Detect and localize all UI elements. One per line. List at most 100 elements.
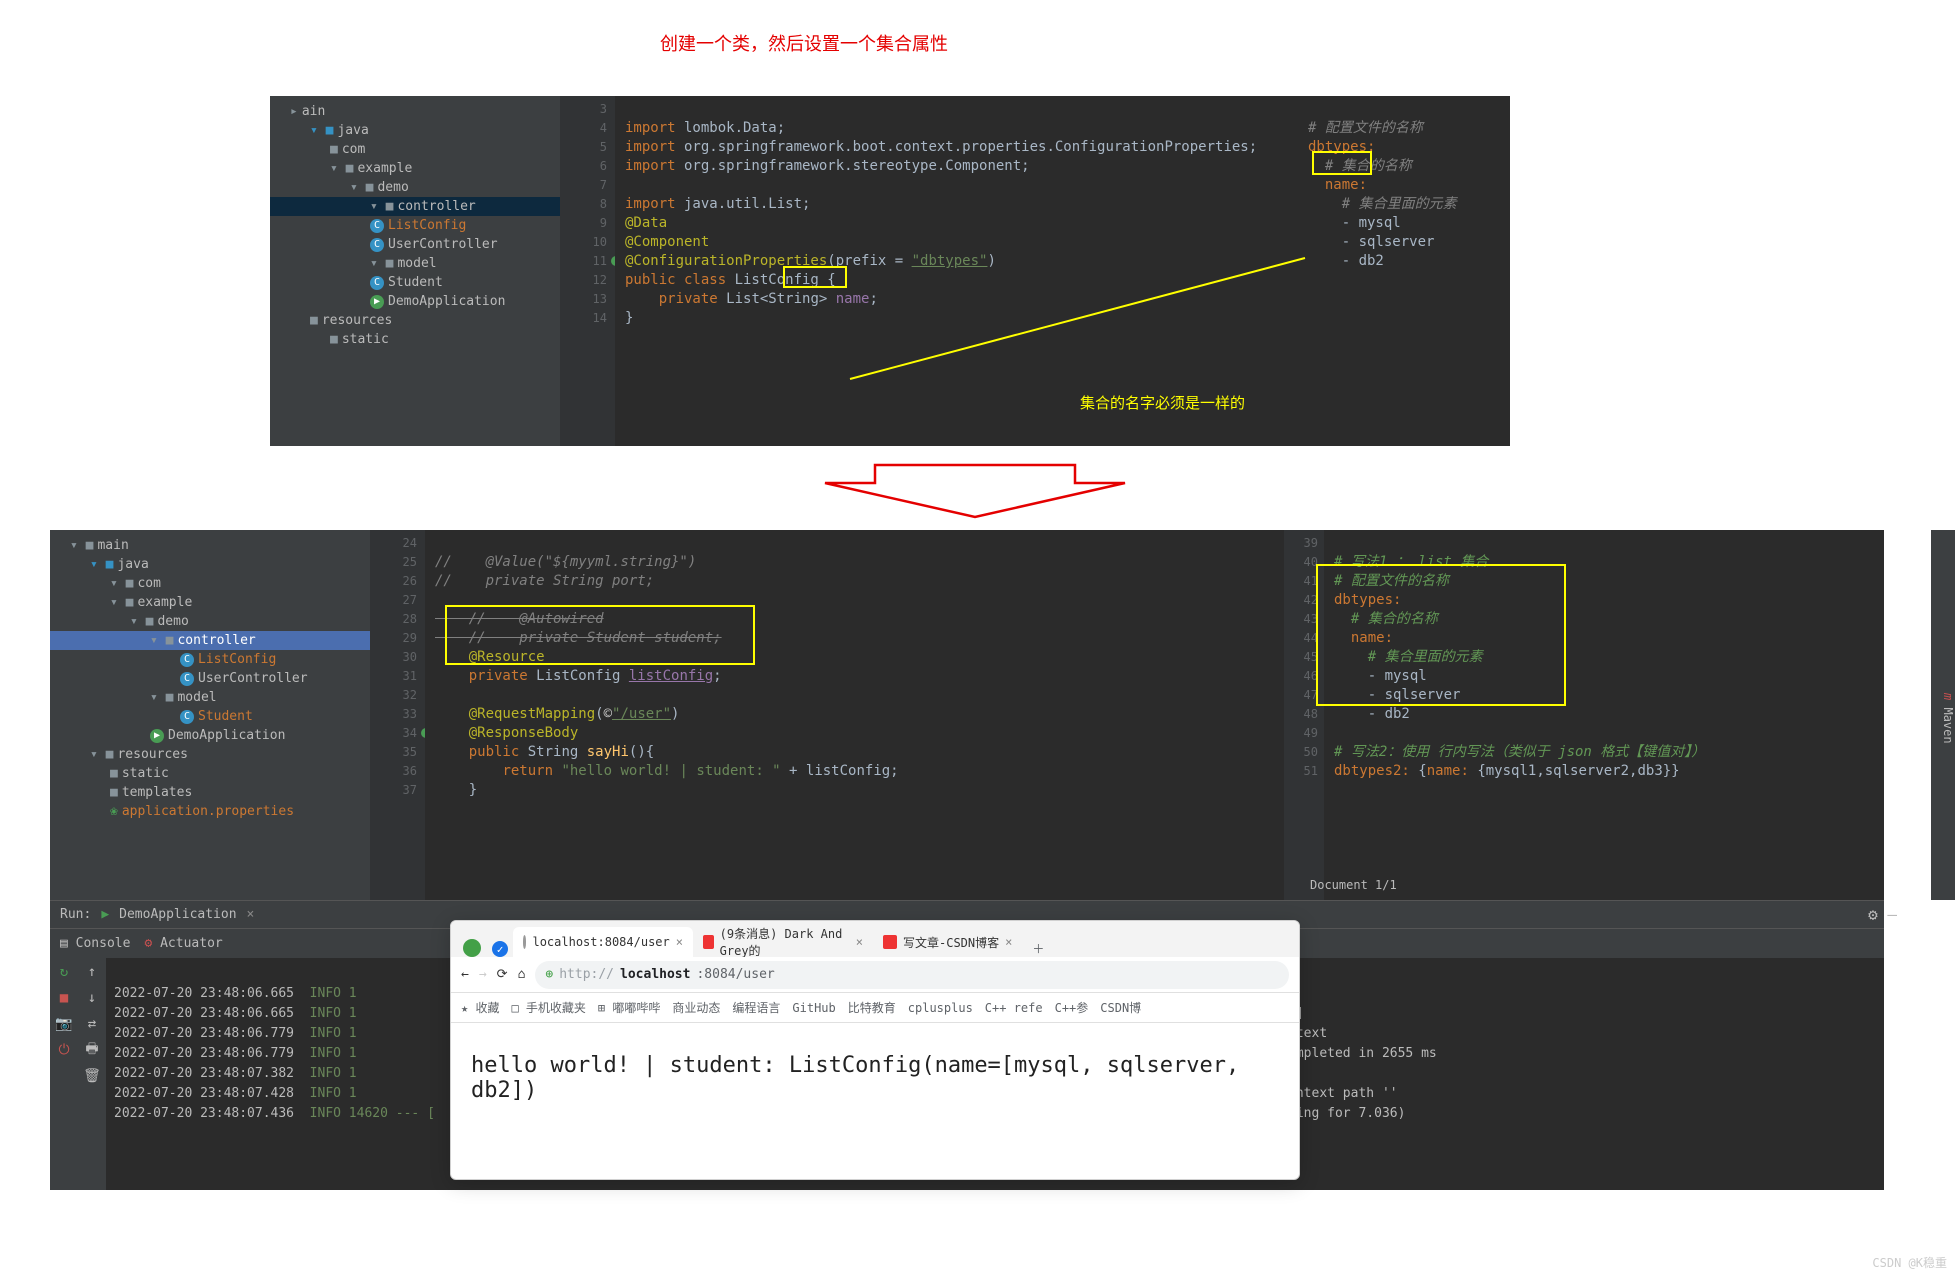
tree-item[interactable]: ▶DemoApplication	[270, 292, 560, 311]
folder-icon: ▾ ■	[90, 557, 113, 572]
bookmark-bar[interactable]: ★ 收藏 □ 手机收藏夹 ⊞ 嘟嘟哔哔 商业动态 编程语言 GitHub 比特教…	[451, 993, 1299, 1023]
address-bar[interactable]: ⊕ http://localhost:8084/user	[535, 961, 1289, 989]
bookmark-item[interactable]: C++ refe	[985, 1001, 1043, 1015]
tree-item[interactable]: CStudent	[270, 273, 560, 292]
folder-icon: ■	[310, 313, 318, 328]
favicon-icon	[883, 935, 897, 949]
project-tree-1[interactable]: ▸ain ▾ ■java ■com ▾ ■example ▾ ■demo ▾ ■…	[270, 96, 560, 446]
tree-item[interactable]: ■resources	[270, 311, 560, 330]
browser-logo-icon	[463, 939, 481, 957]
tree-item[interactable]: ▾ ■example	[50, 593, 370, 612]
spring-icon: ❀	[110, 804, 118, 819]
annotation-top: 创建一个类，然后设置一个集合属性	[660, 30, 948, 56]
browser-tab-strip[interactable]: ✓ localhost:8084/user× (9条消息) Dark And G…	[451, 921, 1299, 957]
close-icon[interactable]: ×	[856, 935, 863, 949]
bookmark-item[interactable]: CSDN博	[1100, 999, 1141, 1016]
home-icon[interactable]: ⌂	[518, 967, 526, 982]
trash-icon[interactable]: 🗑	[84, 1068, 100, 1084]
run-icon: ▶	[150, 729, 164, 743]
tree-item[interactable]: ■static	[50, 764, 370, 783]
run-icon: ▶	[101, 907, 109, 922]
bookmark-item[interactable]: ★ 收藏	[461, 999, 499, 1016]
bookmark-item[interactable]: 商业动态	[672, 999, 720, 1016]
yaml-panel-1: # 配置文件的名称 dbtypes: # 集合的名称 name: # 集合里面的…	[1300, 96, 1510, 446]
camera-icon[interactable]: 📷	[56, 1016, 72, 1032]
tree-item[interactable]: ■templates	[50, 783, 370, 802]
settings-gear-icon[interactable]: ⚙ —	[1868, 905, 1897, 924]
run-config-name[interactable]: DemoApplication	[119, 907, 236, 922]
reload-icon[interactable]: ⟳	[497, 967, 508, 982]
tree-item[interactable]: ▾ ■controller	[270, 197, 560, 216]
tree-item[interactable]: ▸ain	[270, 102, 560, 121]
folder-icon: ▾ ■	[110, 576, 133, 591]
browser-tab[interactable]: 写文章-CSDN博客×	[873, 927, 1022, 957]
bookmark-item[interactable]: 编程语言	[732, 999, 780, 1016]
tree-item[interactable]: ▾ ■resources	[50, 745, 370, 764]
console-tab[interactable]: ▤ Console	[60, 936, 130, 951]
tree-item[interactable]: ▾ ■main	[50, 536, 370, 555]
browser-tab[interactable]: localhost:8084/user×	[513, 927, 693, 957]
exit-icon[interactable]: ⏻	[56, 1042, 72, 1058]
tree-item[interactable]: CListConfig	[270, 216, 560, 235]
project-tree-2[interactable]: ▾ ■main ▾ ■java ▾ ■com ▾ ■example ▾ ■dem…	[50, 530, 370, 900]
down-icon[interactable]: ↓	[84, 990, 100, 1006]
tree-item[interactable]: ■static	[270, 330, 560, 349]
actuator-tab[interactable]: ⚙ Actuator	[144, 936, 222, 951]
line-gutter: 2425262728293031323334353637	[370, 530, 425, 900]
print-icon[interactable]: 🖶	[84, 1042, 100, 1058]
tree-item[interactable]: ■com	[270, 140, 560, 159]
tree-item[interactable]: ▾ ■java	[270, 121, 560, 140]
close-icon[interactable]: ×	[1005, 935, 1012, 949]
tree-item[interactable]: ▾ ■demo	[270, 178, 560, 197]
browser-content: hello world! | student: ListConfig(name=…	[451, 1023, 1299, 1133]
bookmark-item[interactable]: GitHub	[792, 1001, 835, 1015]
bookmark-item[interactable]: 比特教育	[848, 999, 896, 1016]
new-tab-button[interactable]: ＋	[1022, 940, 1054, 957]
tree-item[interactable]: ▾ ■example	[270, 159, 560, 178]
tree-item[interactable]: ▾ ■model	[50, 688, 370, 707]
folder-icon: ■	[330, 332, 338, 347]
bookmark-item[interactable]: C++参	[1055, 999, 1089, 1016]
tree-item[interactable]: CListConfig	[50, 650, 370, 669]
sync-icon[interactable]: ✓	[492, 941, 508, 957]
close-icon[interactable]: ×	[247, 907, 255, 922]
folder-icon: ▾ ■	[70, 538, 93, 553]
maven-rail[interactable]: m Maven	[1931, 530, 1955, 900]
highlight-box	[1312, 151, 1372, 175]
bookmark-item[interactable]: □ 手机收藏夹	[511, 999, 585, 1016]
forward-icon[interactable]: →	[479, 967, 487, 982]
tree-item[interactable]: CUserController	[50, 669, 370, 688]
browser-tab[interactable]: (9条消息) Dark And Grey的×	[693, 927, 873, 957]
favicon-icon	[703, 935, 714, 949]
up-icon[interactable]: ↑	[84, 964, 100, 980]
rerun-icon[interactable]: ↻	[56, 964, 72, 980]
run-gutter-left[interactable]: ↻ ■ 📷 ⏻	[50, 958, 78, 1190]
tree-item[interactable]: ▾ ■demo	[50, 612, 370, 631]
tree-item[interactable]: CUserController	[270, 235, 560, 254]
tree-item[interactable]: ▾ ■controller	[50, 631, 370, 650]
document-status: Document 1/1	[1310, 878, 1397, 892]
folder-icon: ▾ ■	[150, 690, 173, 705]
close-icon[interactable]: ×	[676, 935, 683, 949]
folder-icon: ▾ ■	[370, 199, 393, 214]
yaml-panel-2[interactable]: # 写法1 ： list 集合 # 配置文件的名称 dbtypes: # 集合的…	[1324, 530, 1884, 900]
run-gutter-left2[interactable]: ↑ ↓ ⇄ 🖶 🗑	[78, 958, 106, 1190]
globe-icon: ⊕	[545, 967, 553, 982]
class-icon: C	[370, 276, 384, 290]
tree-item[interactable]: ▾ ■model	[270, 254, 560, 273]
bookmark-item[interactable]: ⊞ 嘟嘟哔哔	[598, 999, 660, 1016]
back-icon[interactable]: ←	[461, 967, 469, 982]
tree-item[interactable]: ❀application.properties	[50, 802, 370, 821]
annotation-mid: 集合的名字必须是一样的	[1080, 392, 1245, 413]
bookmark-item[interactable]: cplusplus	[908, 1001, 973, 1015]
tree-item[interactable]: CStudent	[50, 707, 370, 726]
tree-item[interactable]: ▾ ■com	[50, 574, 370, 593]
stop-icon[interactable]: ■	[56, 990, 72, 1006]
tree-item[interactable]: ▶DemoApplication	[50, 726, 370, 745]
code-editor-2[interactable]: // @Value("${myyml.string}") // private …	[425, 530, 1284, 900]
tree-item[interactable]: ▾ ■java	[50, 555, 370, 574]
folder-icon: ▾ ■	[90, 747, 113, 762]
arrow-down-icon	[815, 455, 1135, 525]
folder-icon: ▾ ■	[310, 123, 333, 138]
wrap-icon[interactable]: ⇄	[84, 1016, 100, 1032]
